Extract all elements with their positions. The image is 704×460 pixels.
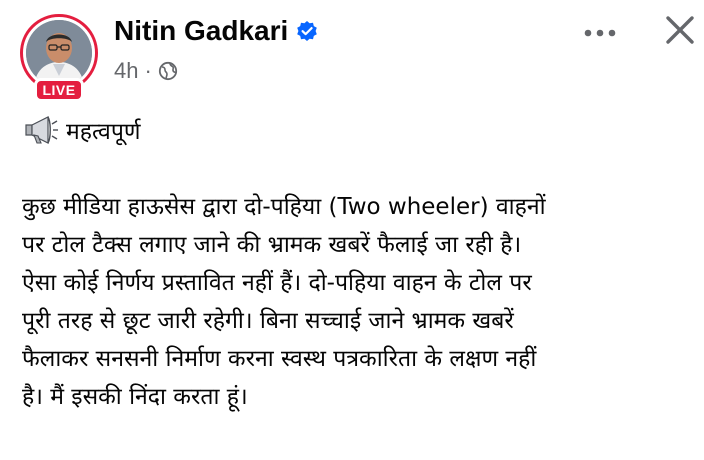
post-text-line: पर टोल टैक्स लगाए जाने की भ्रामक खबरें फ…	[22, 232, 522, 258]
post-text-line: पूरी तरह से छूट जारी रहेगी। बिना सच्चाई …	[22, 308, 514, 334]
meta-separator: ·	[144, 58, 152, 83]
globe-icon	[158, 61, 178, 81]
avatar-image	[26, 20, 92, 86]
post-meta: 4h ·	[114, 58, 178, 84]
post-header: LIVE Nitin Gadkari 4h ·	[0, 0, 704, 102]
verified-badge-icon	[296, 20, 318, 42]
live-badge: LIVE	[34, 78, 84, 102]
close-icon	[666, 16, 694, 44]
post-text-line: ऐसा कोई निर्णय प्रस्तावित नहीं हैं। दो-प…	[22, 270, 532, 296]
post-timestamp[interactable]: 4h	[114, 58, 138, 84]
close-button[interactable]	[660, 10, 700, 50]
post-headline: महत्वपूर्ण	[22, 108, 692, 152]
profile-avatar[interactable]: LIVE	[20, 14, 100, 102]
author-name[interactable]: Nitin Gadkari	[114, 15, 288, 47]
headline-text: महत्वपूर्ण	[66, 119, 141, 145]
post-text: कुछ मीडिया हाऊसेस द्वारा दो-पहिया (Two w…	[22, 188, 692, 416]
post-text-line: कुछ मीडिया हाऊसेस द्वारा दो-पहिया (Two w…	[22, 194, 546, 220]
post-text-line: फैलाकर सनसनी निर्माण करना स्वस्थ पत्रकार…	[22, 346, 537, 372]
more-options-icon	[584, 29, 616, 37]
more-options-button[interactable]	[580, 18, 624, 48]
post-body: महत्वपूर्ण कुछ मीडिया हाऊसेस द्वारा दो-प…	[22, 108, 692, 416]
author-row: Nitin Gadkari	[114, 14, 318, 48]
post-text-line: है। मैं इसकी निंदा करता हूं।	[22, 384, 248, 410]
megaphone-icon	[22, 114, 60, 146]
